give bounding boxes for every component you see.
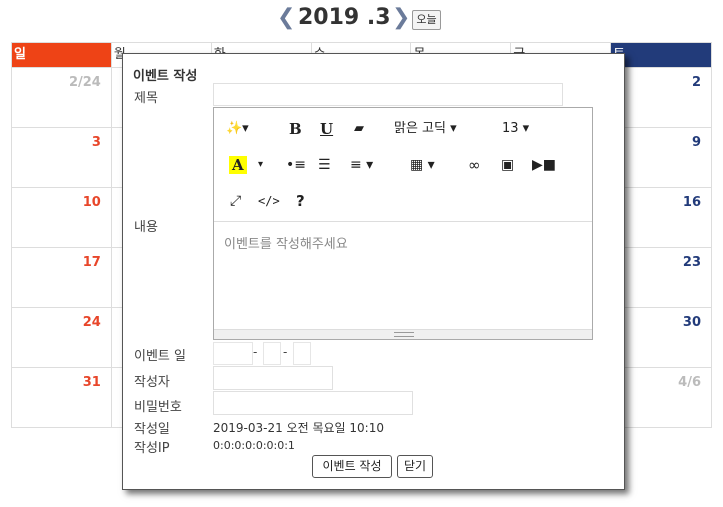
font-size-value: 13 bbox=[502, 121, 519, 136]
calendar-day[interactable]: 2 bbox=[611, 68, 711, 128]
video-icon[interactable]: ▶■ bbox=[532, 156, 556, 174]
password-input[interactable] bbox=[213, 391, 413, 415]
event-date-label: 이벤트 일 bbox=[134, 349, 186, 364]
day-number: 2/24 bbox=[68, 75, 101, 90]
subject-input[interactable] bbox=[213, 83, 563, 106]
calendar-day[interactable]: 17 bbox=[12, 248, 112, 308]
day-number: 4/6 bbox=[678, 375, 702, 390]
bullet-list-icon[interactable]: •≡ bbox=[286, 156, 306, 174]
day-number: 2 bbox=[691, 75, 702, 90]
calendar-day[interactable]: 30 bbox=[611, 308, 711, 368]
calendar-day[interactable]: 9 bbox=[611, 128, 711, 188]
today-button[interactable]: 오늘 bbox=[412, 10, 441, 30]
fullscreen-icon[interactable]: ⤢ bbox=[230, 192, 241, 210]
event-month-input[interactable] bbox=[263, 342, 281, 365]
calendar-day[interactable]: 2/24 bbox=[12, 68, 112, 128]
resize-grip-icon bbox=[394, 332, 414, 337]
created-value: 2019-03-21 오전 목요일 10:10 bbox=[213, 421, 384, 435]
help-icon[interactable]: ? bbox=[296, 192, 305, 210]
font-color-dropdown-icon[interactable]: ▾ bbox=[258, 156, 263, 174]
code-view-icon[interactable]: </> bbox=[258, 192, 280, 210]
numbered-list-icon[interactable]: ☰ bbox=[318, 156, 331, 174]
author-label: 작성자 bbox=[134, 375, 170, 390]
month-title: 2019 .3 bbox=[298, 5, 391, 30]
day-number: 24 bbox=[82, 315, 101, 330]
chevron-left-icon[interactable]: ❮ bbox=[277, 7, 295, 29]
font-family-select[interactable]: 맑은 고딕 ▾ bbox=[394, 120, 457, 138]
date-separator: - bbox=[253, 345, 258, 359]
day-number: 9 bbox=[691, 135, 702, 150]
font-size-select[interactable]: 13 ▾ bbox=[502, 120, 529, 138]
day-number: 31 bbox=[82, 375, 101, 390]
created-label: 작성일 bbox=[134, 422, 170, 437]
font-family-value: 맑은 고딕 bbox=[394, 121, 446, 136]
image-icon[interactable]: ▣ bbox=[501, 156, 514, 174]
dow-sunday: 일 bbox=[12, 43, 112, 67]
calendar-day[interactable]: 16 bbox=[611, 188, 711, 248]
calendar-day[interactable]: 31 bbox=[12, 368, 112, 428]
day-number: 16 bbox=[682, 195, 702, 210]
calendar-header: ❮ 2019 .3 ❯ 오늘 bbox=[0, 4, 723, 32]
content-label: 내용 bbox=[134, 220, 158, 235]
day-number: 23 bbox=[682, 255, 702, 270]
calendar-day[interactable]: 4/6 bbox=[611, 368, 711, 428]
event-year-input[interactable] bbox=[213, 342, 253, 365]
day-number: 3 bbox=[91, 135, 101, 150]
bold-icon[interactable]: B bbox=[289, 120, 302, 138]
editor-toolbar: ✨▾ B U ▰ 맑은 고딕 ▾ 13 ▾ A ▾ •≡ ☰ ≡ ▾ ▦ ▾ ∞… bbox=[214, 108, 592, 222]
eraser-icon[interactable]: ▰ bbox=[354, 120, 364, 138]
day-number: 10 bbox=[82, 195, 101, 210]
calendar-day[interactable]: 23 bbox=[611, 248, 711, 308]
day-number: 30 bbox=[682, 315, 702, 330]
underline-icon[interactable]: U bbox=[320, 120, 333, 138]
ip-label: 작성IP bbox=[134, 441, 170, 456]
align-icon[interactable]: ≡ ▾ bbox=[350, 156, 373, 174]
editor-resize-bar[interactable] bbox=[214, 329, 592, 339]
calendar-day[interactable]: 3 bbox=[12, 128, 112, 188]
date-separator: - bbox=[283, 345, 288, 359]
font-color-icon[interactable]: A bbox=[229, 156, 247, 174]
calendar-day[interactable]: 10 bbox=[12, 188, 112, 248]
chevron-right-icon[interactable]: ❯ bbox=[392, 7, 410, 29]
editor-content[interactable]: 이벤트를 작성해주세요 bbox=[224, 233, 348, 252]
event-write-dialog: 이벤트 작성 제목 내용 ✨▾ B U ▰ 맑은 고딕 ▾ 13 ▾ A ▾ •… bbox=[122, 53, 625, 490]
ip-value: 0:0:0:0:0:0:0:1 bbox=[213, 439, 295, 452]
close-button[interactable]: 닫기 bbox=[397, 455, 433, 478]
table-icon[interactable]: ▦ ▾ bbox=[410, 156, 435, 174]
author-input[interactable] bbox=[213, 366, 333, 390]
event-day-input[interactable] bbox=[293, 342, 311, 365]
day-number: 17 bbox=[82, 255, 101, 270]
subject-label: 제목 bbox=[134, 91, 158, 106]
link-icon[interactable]: ∞ bbox=[468, 156, 481, 174]
calendar-day[interactable]: 24 bbox=[12, 308, 112, 368]
password-label: 비밀번호 bbox=[134, 400, 182, 415]
submit-event-button[interactable]: 이벤트 작성 bbox=[312, 455, 392, 478]
magic-icon[interactable]: ✨▾ bbox=[226, 120, 249, 138]
rich-text-editor: ✨▾ B U ▰ 맑은 고딕 ▾ 13 ▾ A ▾ •≡ ☰ ≡ ▾ ▦ ▾ ∞… bbox=[213, 107, 593, 340]
dow-saturday: 토 bbox=[611, 43, 712, 67]
dialog-title: 이벤트 작성 bbox=[133, 69, 198, 84]
